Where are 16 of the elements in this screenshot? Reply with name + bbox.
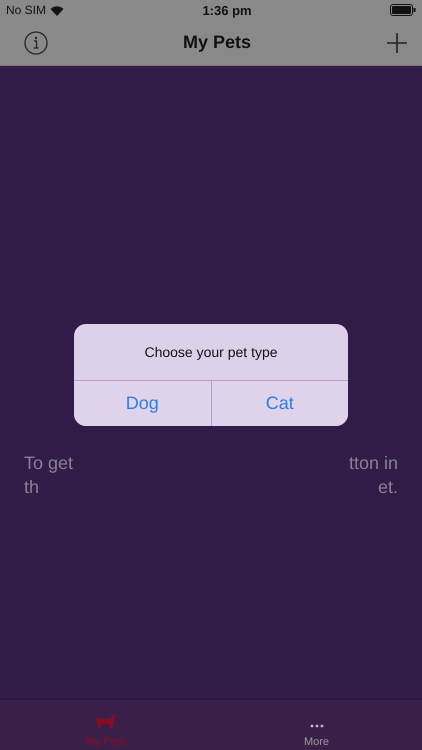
more-icon <box>310 724 324 728</box>
add-icon[interactable] <box>386 32 408 54</box>
wifi-icon <box>50 4 64 16</box>
message-fragment: et. <box>378 476 398 498</box>
message-fragment: th <box>24 476 40 498</box>
dog-icon <box>94 712 116 728</box>
clock-time: 1:36 pm <box>201 2 253 18</box>
message-fragment: tton in <box>348 452 398 474</box>
carrier-label: No SIM <box>6 3 46 17</box>
tab-item[interactable]: My Pets <box>0 700 211 750</box>
battery-icon <box>390 4 416 16</box>
alert-action-button[interactable]: Cat <box>210 381 348 426</box>
message-fragment: To get <box>24 452 74 474</box>
nav-title: My Pets <box>182 32 252 53</box>
info-icon[interactable] <box>24 30 48 54</box>
tab-item[interactable]: More <box>211 700 422 750</box>
